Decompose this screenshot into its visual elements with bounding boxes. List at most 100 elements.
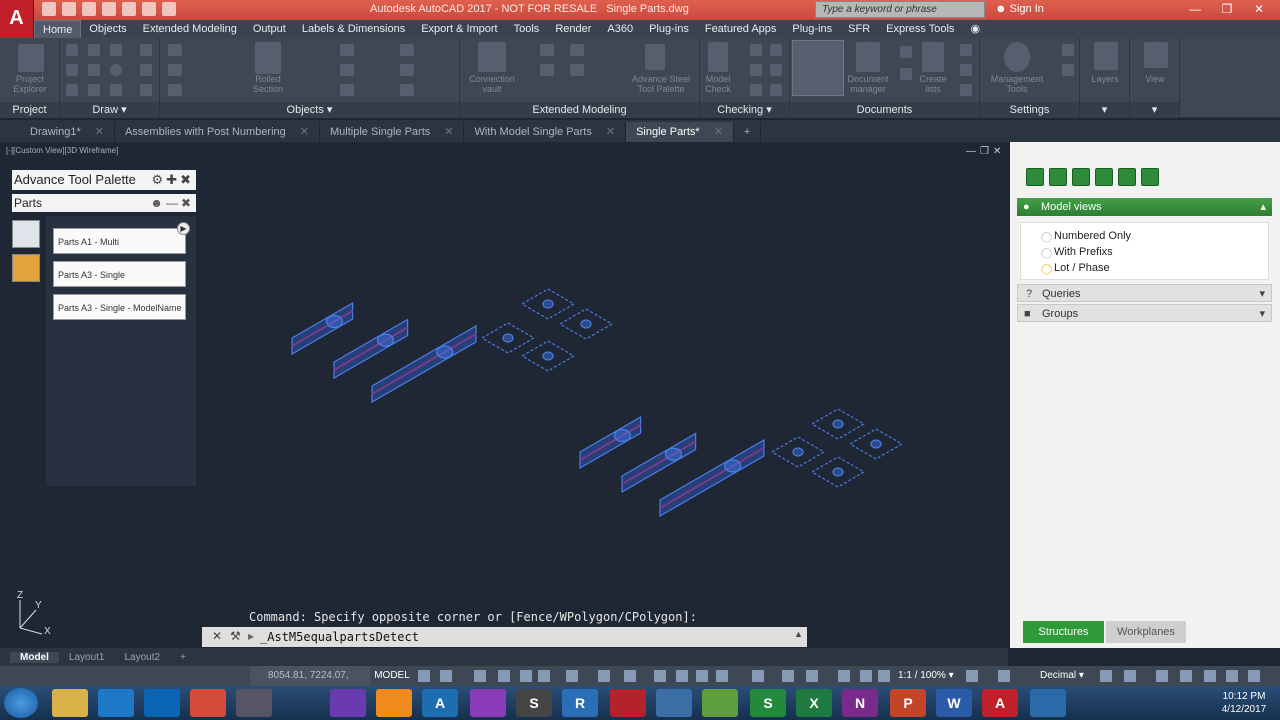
dynamic-ucs-icon[interactable]	[752, 670, 764, 682]
search-input[interactable]: Type a keyword or phrase	[815, 1, 985, 18]
new-layout-icon[interactable]: +	[170, 652, 196, 663]
new-tab-icon[interactable]: +	[734, 122, 762, 142]
layout-tab-model[interactable]: Model	[10, 651, 59, 663]
close-icon[interactable]: ✖	[180, 172, 194, 187]
wrench-icon[interactable]: ⚒	[230, 629, 241, 643]
selection-cycling-icon[interactable]	[696, 670, 708, 682]
collapse-icon[interactable]: ▴	[1260, 198, 1266, 216]
audit-icon[interactable]	[770, 44, 782, 56]
eye-icon[interactable]	[1141, 168, 1159, 186]
document-tab[interactable]: With Model Single Parts ✕	[464, 122, 627, 142]
region-icon[interactable]	[88, 84, 100, 96]
print-icon[interactable]	[1072, 168, 1090, 186]
polar-tracking-icon[interactable]	[538, 670, 550, 682]
create-lists-icon[interactable]	[922, 42, 944, 72]
powerpoint-icon[interactable]: P	[890, 689, 926, 717]
panel-title-objects[interactable]: Objects ▾	[160, 102, 459, 118]
palette-item-parts-a3-single-modelname[interactable]: Parts A3 - Single - ModelName	[53, 294, 186, 320]
railing-icon[interactable]	[540, 64, 554, 76]
rolled-section-icon[interactable]	[255, 42, 281, 74]
document-tab[interactable]: Single Parts* ✕	[626, 122, 734, 142]
model-check-icon[interactable]	[708, 42, 728, 72]
process-icon[interactable]	[900, 68, 912, 80]
help-icon[interactable]	[1095, 168, 1113, 186]
plate-icon[interactable]	[168, 64, 182, 76]
close-icon[interactable]: ✖	[181, 196, 194, 210]
ellipse-icon[interactable]	[110, 84, 122, 96]
close-tab-icon[interactable]: ✕	[300, 126, 309, 138]
isodraft-icon[interactable]	[566, 670, 578, 682]
connection-vault-icon[interactable]	[478, 42, 506, 72]
groups-header[interactable]: ■ Groups ▾	[1017, 304, 1272, 322]
ribbon-tab-a360[interactable]: A360	[599, 20, 641, 38]
save-as-icon[interactable]	[102, 2, 116, 16]
bom-icon[interactable]	[960, 44, 972, 56]
notepad-icon[interactable]	[702, 689, 738, 717]
upload-icon[interactable]	[1049, 168, 1067, 186]
isolate-objects-icon[interactable]	[1156, 670, 1168, 682]
infer-constraints-icon[interactable]	[474, 670, 486, 682]
hatch-icon[interactable]	[140, 84, 152, 96]
user-icon[interactable]: ☻	[150, 196, 166, 210]
sign-in-button[interactable]: ☻ Sign In	[995, 3, 1044, 15]
customize-icon[interactable]	[1226, 670, 1238, 682]
expand-icon[interactable]: ▾	[1259, 285, 1265, 303]
grid-display-icon[interactable]	[418, 670, 430, 682]
menu-icon[interactable]	[1248, 670, 1260, 682]
clash-check-icon[interactable]	[750, 44, 762, 56]
lock-ui-icon[interactable]	[1124, 670, 1136, 682]
tips-icon[interactable]	[1062, 64, 1074, 76]
ribbon-tab-plug-ins[interactable]: Plug-ins	[784, 20, 840, 38]
palette-item-parts-a3-single[interactable]: Parts A3 - Single	[53, 261, 186, 287]
parts-category-icon[interactable]	[12, 220, 40, 248]
document-tab[interactable]: Multiple Single Parts ✕	[320, 122, 465, 142]
workspace-switching-icon[interactable]	[966, 670, 978, 682]
expand-icon[interactable]: ▾	[1259, 305, 1265, 323]
marking-icon[interactable]	[770, 64, 782, 76]
circle-icon[interactable]	[110, 64, 122, 76]
vlc-icon[interactable]	[376, 689, 412, 717]
ribbon-tab-extended-modeling[interactable]: Extended Modeling	[135, 20, 245, 38]
model-view-item-with-prefixs[interactable]: With Prefixs	[1054, 246, 1113, 258]
settings-icon[interactable]	[1062, 44, 1074, 56]
lineweight-icon[interactable]	[654, 670, 666, 682]
anchor-icon[interactable]	[400, 44, 414, 56]
gizmo-icon[interactable]	[806, 670, 818, 682]
tool-icon[interactable]	[656, 689, 692, 717]
infinity-app-icon[interactable]	[236, 689, 272, 717]
close-tab-icon[interactable]: ✕	[95, 126, 104, 138]
model-view-item-lot-phase[interactable]: Lot / Phase	[1054, 262, 1110, 274]
close-tab-icon[interactable]: ✕	[606, 126, 615, 138]
ribbon-tab-featured-apps[interactable]: Featured Apps	[697, 20, 785, 38]
ribbon-tab-objects[interactable]: Objects	[81, 20, 134, 38]
model-views-header[interactable]: ● Model views ▴	[1017, 198, 1272, 216]
ribbon-tab-render[interactable]: Render	[547, 20, 599, 38]
numbering-button-highlight[interactable]	[792, 40, 844, 96]
close-tab-icon[interactable]: ✕	[444, 126, 453, 138]
acrobat-icon[interactable]	[610, 689, 646, 717]
document-tab[interactable]: Drawing1* ✕	[20, 122, 115, 142]
3d-object-snap-icon[interactable]	[716, 670, 728, 682]
folder-icon[interactable]	[1118, 168, 1136, 186]
internet-explorer-icon[interactable]	[98, 689, 134, 717]
object-snap-tracking-icon[interactable]	[598, 670, 610, 682]
highlight-icon[interactable]	[770, 84, 782, 96]
autocad-logo-icon[interactable]: A	[0, 0, 34, 40]
save-icon[interactable]	[82, 2, 96, 16]
drawing-style-icon[interactable]	[900, 46, 912, 58]
xline-icon[interactable]	[88, 64, 100, 76]
stair-icon[interactable]	[540, 44, 554, 56]
beam-icon[interactable]	[168, 44, 182, 56]
model-view-item-numbered-only[interactable]: Numbered Only	[1054, 230, 1131, 242]
view-dropdown-icon[interactable]: ▾	[1130, 102, 1179, 118]
dynamic-input-icon[interactable]	[498, 670, 510, 682]
ribbon-tab-output[interactable]: Output	[245, 20, 294, 38]
tool-palette-icon[interactable]	[645, 44, 665, 70]
panel-title-checking[interactable]: Checking ▾	[700, 102, 789, 118]
hardware-acceleration-icon[interactable]	[1180, 670, 1192, 682]
bolt-icon[interactable]	[168, 84, 182, 96]
search-filter-icon[interactable]	[750, 84, 762, 96]
print-icon[interactable]	[122, 2, 136, 16]
scale-selector[interactable]: 1:1 / 100% ▾	[898, 666, 954, 686]
queries-header[interactable]: ? Queries ▾	[1017, 284, 1272, 302]
